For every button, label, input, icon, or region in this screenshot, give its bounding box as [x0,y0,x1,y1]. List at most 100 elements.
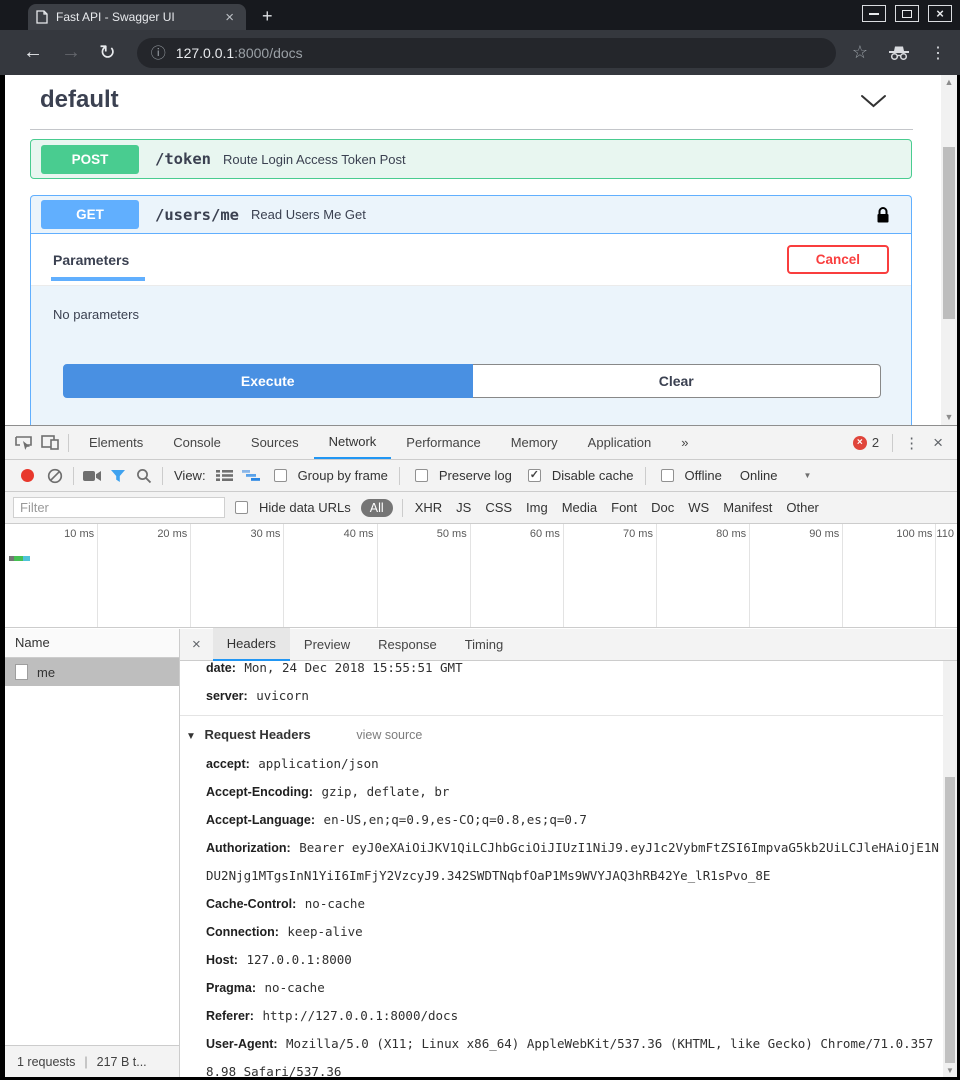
info-icon[interactable]: ⓘ [151,42,166,63]
search-icon[interactable] [131,464,157,488]
transferred-size: 217 B t... [97,1055,147,1069]
endpoint-post-token[interactable]: POST /token Route Login Access Token Pos… [30,139,912,179]
scrollbar-down-icon[interactable]: ▼ [941,410,957,425]
timeline-tick: 90 ms [750,524,843,627]
request-row-me[interactable]: me [5,658,179,686]
tab-headers[interactable]: Headers [213,628,290,661]
scrollbar-thumb[interactable] [945,777,955,1063]
back-icon[interactable]: ← [23,41,43,64]
forward-icon[interactable]: → [61,41,81,64]
address-bar[interactable]: ⓘ 127.0.0.1 :8000/docs [137,38,836,68]
cancel-button[interactable]: Cancel [787,245,889,274]
tab-performance[interactable]: Performance [391,427,495,458]
scrollbar-thumb[interactable] [943,147,955,319]
chevron-down-icon[interactable] [860,94,887,108]
browser-tab[interactable]: Fast API - Swagger UI × [28,4,246,30]
timeline-tick: 80 ms [657,524,750,627]
filter-type-ws[interactable]: WS [688,500,709,515]
preserve-log-label: Preserve log [439,468,512,483]
list-view-icon[interactable] [212,464,238,488]
file-icon [15,664,28,680]
request-headers-section[interactable]: ▼ Request Headers view source [186,721,943,750]
lock-icon[interactable] [876,206,890,224]
waterfall-view-icon[interactable] [238,464,264,488]
response-header-row: server uvicorn [206,682,943,710]
device-toolbar-icon[interactable] [37,431,63,455]
bookmark-star-icon[interactable]: ☆ [852,42,868,63]
headers-pane[interactable]: date Mon, 24 Dec 2018 15:55:51 GMT serve… [180,661,943,1077]
requests-count: 1 requests [17,1055,75,1069]
preserve-log-checkbox[interactable] [415,469,428,482]
filter-type-other[interactable]: Other [786,500,819,515]
page-scrollbar[interactable]: ▲ ▼ [941,75,957,425]
disclosure-triangle-icon[interactable]: ▼ [186,731,196,742]
more-tabs-icon[interactable]: » [666,427,703,458]
details-scrollbar[interactable]: ▼ [943,661,957,1077]
group-by-frame-checkbox[interactable] [274,469,287,482]
record-icon[interactable] [21,469,34,482]
endpoint-header[interactable]: GET /users/me Read Users Me Get [31,196,911,234]
browser-menu-icon[interactable]: ⋮ [930,43,946,63]
network-overview-timeline[interactable]: 10 ms 20 ms 30 ms 40 ms 50 ms 60 ms 70 m… [5,524,957,628]
filter-type-js[interactable]: JS [456,500,471,515]
tab-memory[interactable]: Memory [496,427,573,458]
error-badge-icon[interactable]: × [853,436,867,450]
filter-type-manifest[interactable]: Manifest [723,500,772,515]
hide-data-urls-checkbox[interactable] [235,501,248,514]
tab-parameters[interactable]: Parameters [53,252,129,268]
clear-icon[interactable] [42,464,68,488]
scrollbar-down-icon[interactable]: ▼ [943,1064,957,1077]
close-button[interactable]: × [928,5,952,22]
tab-response[interactable]: Response [364,629,451,660]
network-status-bar: 1 requests | 217 B t... [5,1045,179,1077]
url-path: :8000/docs [234,45,303,61]
detail-close-icon[interactable]: × [180,636,213,653]
filter-type-css[interactable]: CSS [485,500,512,515]
browser-toolbar: ← → ↻ ⓘ 127.0.0.1 :8000/docs ☆ ⋮ [0,30,960,75]
tab-sources[interactable]: Sources [236,427,314,458]
tab-close-icon[interactable]: × [221,10,238,25]
dropdown-arrow-icon[interactable]: ▼ [803,471,811,480]
inspect-element-icon[interactable] [11,431,37,455]
clear-button[interactable]: Clear [473,364,882,398]
details-tabbar: × Headers Preview Response Timing [180,629,957,661]
tab-preview[interactable]: Preview [290,629,364,660]
disable-cache-checkbox[interactable]: ✓ [528,469,541,482]
tab-console[interactable]: Console [158,427,236,458]
devtools-close-icon[interactable]: × [925,433,951,453]
window-titlebar: Fast API - Swagger UI × + × [0,0,960,30]
filter-funnel-icon[interactable] [105,464,131,488]
page-icon [36,10,48,24]
tab-timing[interactable]: Timing [451,629,518,660]
request-header-row: Authorization Bearer eyJ0eXAiOiJKV1QiLCJ… [206,834,943,890]
tab-application[interactable]: Application [573,427,667,458]
filter-type-doc[interactable]: Doc [651,500,674,515]
tab-elements[interactable]: Elements [74,427,158,458]
offline-checkbox[interactable] [661,469,674,482]
request-details-panel: × Headers Preview Response Timing date M… [180,629,957,1077]
filter-type-media[interactable]: Media [562,500,597,515]
execute-button[interactable]: Execute [63,364,473,398]
filter-type-font[interactable]: Font [611,500,637,515]
request-headers-title: Request Headers [205,727,311,742]
reload-icon[interactable]: ↻ [99,40,116,65]
request-header-row: Cache-Control no-cache [206,890,943,918]
tab-title: Fast API - Swagger UI [56,10,221,24]
request-header-row: Connection keep-alive [206,918,943,946]
name-column-header[interactable]: Name [5,629,179,658]
throttling-dropdown[interactable]: Online [740,468,778,483]
view-source-link[interactable]: view source [356,728,422,742]
status-divider: | [84,1055,87,1069]
tab-network[interactable]: Network [314,426,392,459]
minimize-button[interactable] [862,5,886,22]
devtools-menu-icon[interactable]: ⋮ [898,434,925,452]
scrollbar-up-icon[interactable]: ▲ [941,75,957,90]
new-tab-button[interactable]: + [262,4,273,28]
maximize-button[interactable] [895,5,919,22]
camera-icon[interactable] [79,464,105,488]
filter-type-all[interactable]: All [361,499,393,517]
filter-type-img[interactable]: Img [526,500,548,515]
filter-type-xhr[interactable]: XHR [415,500,442,515]
endpoint-path: /users/me [155,206,239,224]
filter-input[interactable] [13,497,225,518]
